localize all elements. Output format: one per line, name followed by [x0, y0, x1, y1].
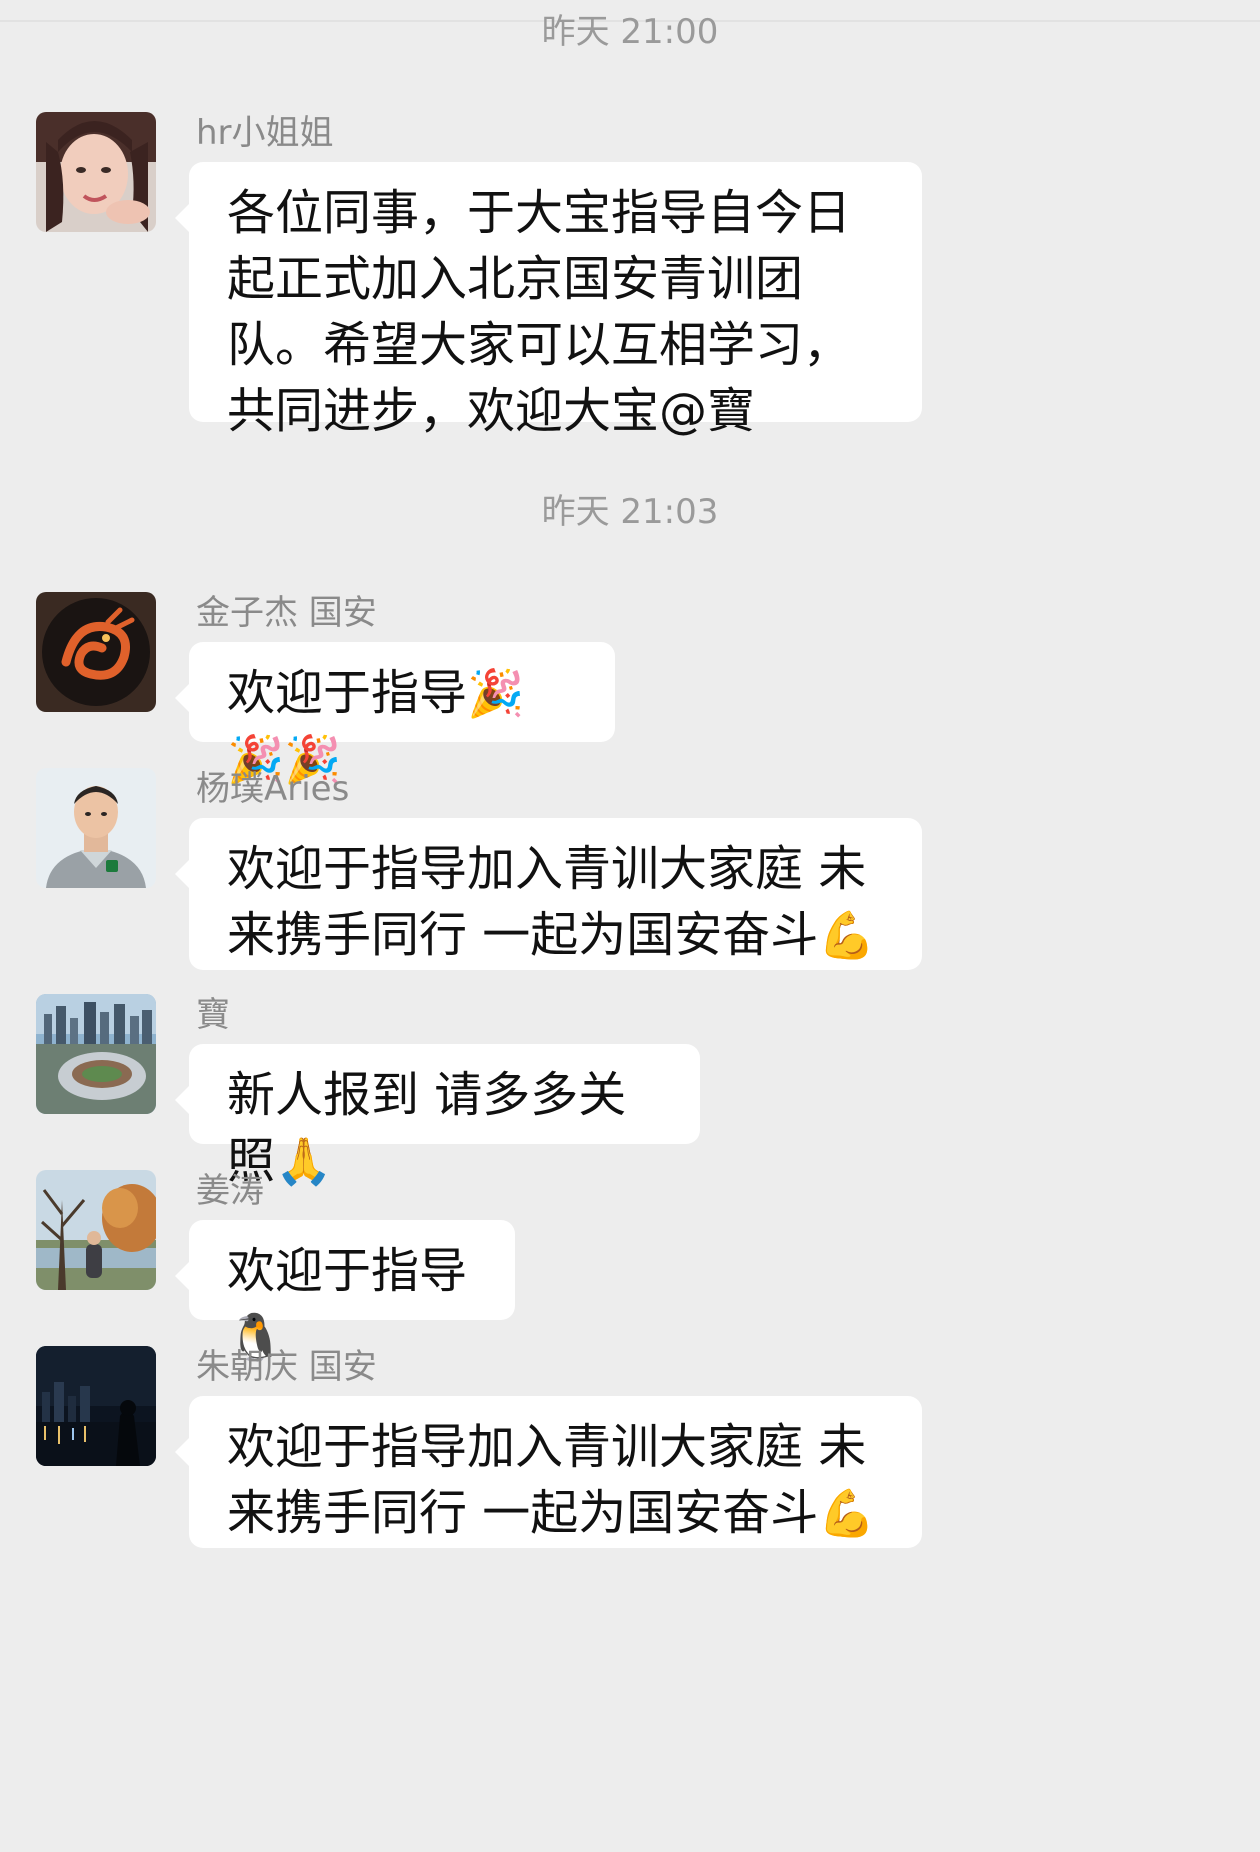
flexed-biceps-emoji: 💪 [818, 1486, 876, 1540]
message-bubble[interactable]: 各位同事，于大宝指导自今日起正式加入北京国安青训团队。希望大家可以互相学习，共同… [175, 162, 922, 439]
message-bubble[interactable]: 欢迎于指导🐧 [175, 1220, 515, 1364]
stadium-city-skyline-avatar-icon[interactable] [36, 994, 156, 1114]
timestamp: 昨天 21:00 [541, 12, 719, 52]
timestamp: 昨天 21:03 [541, 492, 719, 532]
message-bubble[interactable]: 欢迎于指导加入青训大家庭 未来携手同行 一起为国安奋斗💪 [175, 1396, 922, 1548]
sender-name: 朱朝庆 国安 [196, 1347, 377, 1387]
message-bubble[interactable]: 新人报到 请多多关照🙏 [175, 1044, 700, 1189]
man-in-sportswear-avatar-icon[interactable] [36, 768, 156, 888]
message-text: 各位同事，于大宝指导自今日起正式加入北京国安青训团队。希望大家可以互相学习，共同… [227, 185, 852, 439]
message-text: 欢迎于指导加入青训大家庭 未来携手同行 一起为国安奋斗 [227, 1419, 867, 1541]
message-text: 欢迎于指导 [227, 665, 468, 721]
orange-dragon-avatar-icon[interactable] [36, 592, 156, 712]
flexed-biceps-emoji: 💪 [818, 908, 876, 962]
message-bubble[interactable]: 欢迎于指导加入青训大家庭 未来携手同行 一起为国安奋斗💪 [175, 818, 922, 970]
folded-hands-emoji: 🙏 [275, 1134, 333, 1188]
message-text: 欢迎于指导加入青训大家庭 未来携手同行 一起为国安奋斗 [227, 841, 867, 963]
sender-name: 寶 [196, 995, 230, 1035]
night-city-skyline-avatar-icon[interactable] [36, 1346, 156, 1466]
message-bubble[interactable]: 欢迎于指导🎉🎉🎉 [175, 642, 615, 786]
message-text: 欢迎于指导 [227, 1243, 468, 1299]
sender-name: 杨璞Aries [196, 769, 350, 809]
woman-portrait-avatar-icon[interactable] [36, 112, 156, 232]
autumn-tree-lake-avatar-icon[interactable] [36, 1170, 156, 1290]
sender-name: hr小姐姐 [196, 113, 334, 153]
sender-name: 姜涛 [196, 1171, 264, 1211]
sender-name: 金子杰 国安 [196, 593, 377, 633]
